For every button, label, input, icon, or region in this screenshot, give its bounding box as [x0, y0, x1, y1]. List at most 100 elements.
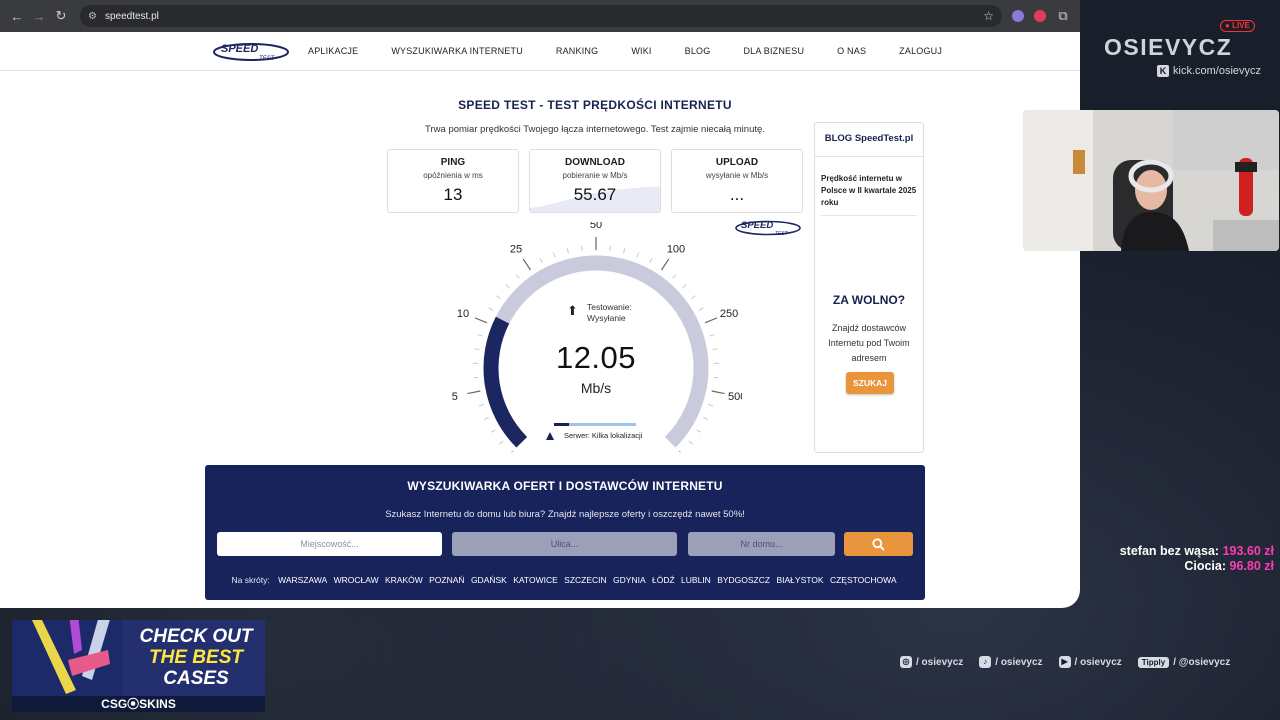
- gauge-major-tick: [474, 317, 488, 324]
- city-link[interactable]: KRAKÓW: [385, 575, 423, 585]
- social-handle: / osievycz: [1074, 656, 1122, 668]
- nav-aplikacje[interactable]: APLIKACJE: [308, 46, 358, 56]
- gauge-minor-tick: [478, 404, 484, 407]
- gauge-minor-tick: [490, 429, 496, 433]
- gauge-minor-tick: [581, 245, 583, 251]
- shortcuts-label: Na skróty:: [231, 575, 270, 585]
- logo-text: SPEED: [221, 43, 258, 55]
- city-link[interactable]: CZĘSTOCHOWA: [830, 575, 897, 585]
- city-link[interactable]: WARSZAWA: [278, 575, 327, 585]
- speedtest-small-logo: SPEED TEST: [735, 220, 801, 236]
- gauge-minor-tick: [672, 274, 677, 279]
- kick-icon: K: [1157, 65, 1169, 77]
- donation-row: stefan bez wąsa: 193.60 zł: [1120, 544, 1274, 559]
- gauge-major-tick: [704, 317, 718, 324]
- gauge-major-tick: [679, 451, 681, 452]
- gauge-minor-tick: [708, 404, 714, 407]
- ad-brand: CSG⦿SKINS: [12, 696, 265, 712]
- csgoskins-ad: CHECK OUT THE BEST CASES CSG⦿SKINS: [12, 620, 265, 712]
- banner-search-button[interactable]: [844, 532, 913, 556]
- nav-wyszukiwarka[interactable]: WYSZUKIWARKA INTERNETU: [391, 46, 523, 56]
- donor-name: Ciocia:: [1184, 559, 1227, 573]
- gauge-minor-tick: [553, 252, 556, 258]
- street-input[interactable]: [452, 532, 677, 556]
- gauge-minor-tick: [636, 252, 639, 258]
- nav-o-nas[interactable]: O NAS: [837, 46, 866, 56]
- gauge-minor-tick: [623, 248, 626, 254]
- ping-card: PING opóźnienia w ms 13: [387, 149, 519, 213]
- city-link[interactable]: WROCŁAW: [334, 575, 379, 585]
- city-link[interactable]: ŁÓDŹ: [652, 575, 675, 585]
- upload-arrow-icon: ⬆: [567, 303, 578, 318]
- browser-toolbar: ← → ↻ ⚙ speedtest.pl ☆ ⧉: [0, 0, 1080, 32]
- extension-icon[interactable]: [1034, 10, 1046, 22]
- gauge-speed-value: 12.05: [555, 340, 637, 375]
- nav-ranking[interactable]: RANKING: [556, 46, 598, 56]
- gauge-minor-tick: [499, 440, 504, 445]
- address-bar[interactable]: ⚙ speedtest.pl ☆: [80, 5, 1002, 27]
- gauge-minor-tick: [484, 417, 490, 420]
- banner-subtitle: Szukasz Internetu do domu lub biura? Zna…: [385, 509, 745, 520]
- download-value: 55.67: [573, 185, 617, 204]
- status-label: Testowanie:: [587, 302, 632, 312]
- donation-amount: 193.60 zł: [1222, 544, 1274, 558]
- social-youtube: ▶ / osievycz: [1058, 656, 1122, 668]
- page-title: SPEED TEST - TEST PRĘDKOŚCI INTERNETU: [458, 98, 732, 112]
- nav-zaloguj[interactable]: ZALOGUJ: [899, 46, 942, 56]
- social-handle: / osievycz: [995, 656, 1043, 668]
- streamer-name: OSIEVYCZ: [1104, 34, 1233, 60]
- city-link[interactable]: BYDGOSZCZ: [717, 575, 770, 585]
- city-input[interactable]: [217, 532, 442, 556]
- star-icon[interactable]: ☆: [983, 9, 994, 23]
- nav-blog[interactable]: BLOG: [685, 46, 711, 56]
- forward-icon[interactable]: →: [28, 9, 50, 24]
- tipply-badge: Tipply: [1137, 656, 1170, 668]
- extension-icon[interactable]: [1012, 10, 1024, 22]
- house-number-input[interactable]: [688, 532, 835, 556]
- gauge-status: Testowanie: Wysyłanie: [587, 302, 632, 324]
- gauge-minor-tick: [691, 295, 696, 299]
- social-tiktok: ♪ / osievycz: [979, 656, 1043, 668]
- download-sub: pobieranie w Mb/s: [562, 171, 628, 180]
- page-subtitle: Trwa pomiar prędkości Twojego łącza inte…: [425, 124, 765, 135]
- nav-dla-biznesu[interactable]: DLA BIZNESU: [743, 46, 804, 56]
- city-shortcuts: Na skróty: WARSZAWA WROCŁAW KRAKÓW POZNA…: [205, 575, 925, 585]
- city-link[interactable]: GDYNIA: [613, 575, 646, 585]
- url-text[interactable]: speedtest.pl: [105, 11, 983, 22]
- city-link[interactable]: KATOWICE: [513, 575, 558, 585]
- city-link[interactable]: SZCZECIN: [564, 575, 607, 585]
- gauge-minor-tick: [505, 284, 510, 289]
- tune-icon[interactable]: ⚙: [88, 11, 97, 22]
- blog-title[interactable]: BLOG SpeedTest.pl: [815, 133, 923, 144]
- donation-ticker: stefan bez wąsa: 193.60 zł Ciocia: 96.80…: [1120, 544, 1274, 574]
- city-link[interactable]: GDAŃSK: [471, 575, 507, 585]
- server-row[interactable]: Serwer: Kilka lokalizacji: [546, 431, 642, 440]
- server-icon: [546, 431, 554, 440]
- blog-post-link[interactable]: Prędkość internetu w Polsce w II kwartal…: [821, 173, 917, 216]
- nav-wiki[interactable]: WIKI: [631, 46, 651, 56]
- gauge-major-tick: [711, 390, 725, 395]
- city-link[interactable]: POZNAŃ: [429, 575, 464, 585]
- speedtest-logo[interactable]: SPEED TEST: [213, 40, 293, 62]
- gauge-unit: Mb/s: [580, 380, 612, 396]
- too-slow-title: ZA WOLNO?: [832, 293, 906, 307]
- city-link[interactable]: BIAŁYSTOK: [776, 575, 823, 585]
- browser-window: ← → ↻ ⚙ speedtest.pl ☆ ⧉ SPEED TEST APLI…: [0, 0, 1080, 608]
- status-value: Wysyłanie: [587, 313, 626, 323]
- youtube-icon: ▶: [1058, 656, 1071, 668]
- gauge-scale-label: 10: [457, 308, 469, 320]
- extensions-puzzle-icon[interactable]: ⧉: [1052, 8, 1074, 24]
- gauge-minor-tick: [488, 307, 494, 311]
- search-button[interactable]: SZUKAJ: [846, 372, 894, 394]
- gauge-major-tick: [522, 258, 531, 271]
- upload-value: ...: [729, 185, 745, 204]
- gauge-scale-label: 100: [667, 243, 685, 255]
- back-icon[interactable]: ←: [6, 9, 28, 24]
- webcam-feed: [1023, 110, 1279, 251]
- city-link[interactable]: LUBLIN: [681, 575, 711, 585]
- search-banner: WYSZUKIWARKA OFERT I DOSTAWCÓW INTERNETU…: [205, 465, 925, 600]
- ad-line-2: THE BEST: [149, 647, 243, 668]
- ad-line-3: CASES: [163, 668, 229, 689]
- reload-icon[interactable]: ↻: [50, 8, 72, 24]
- gauge-minor-tick: [696, 429, 702, 433]
